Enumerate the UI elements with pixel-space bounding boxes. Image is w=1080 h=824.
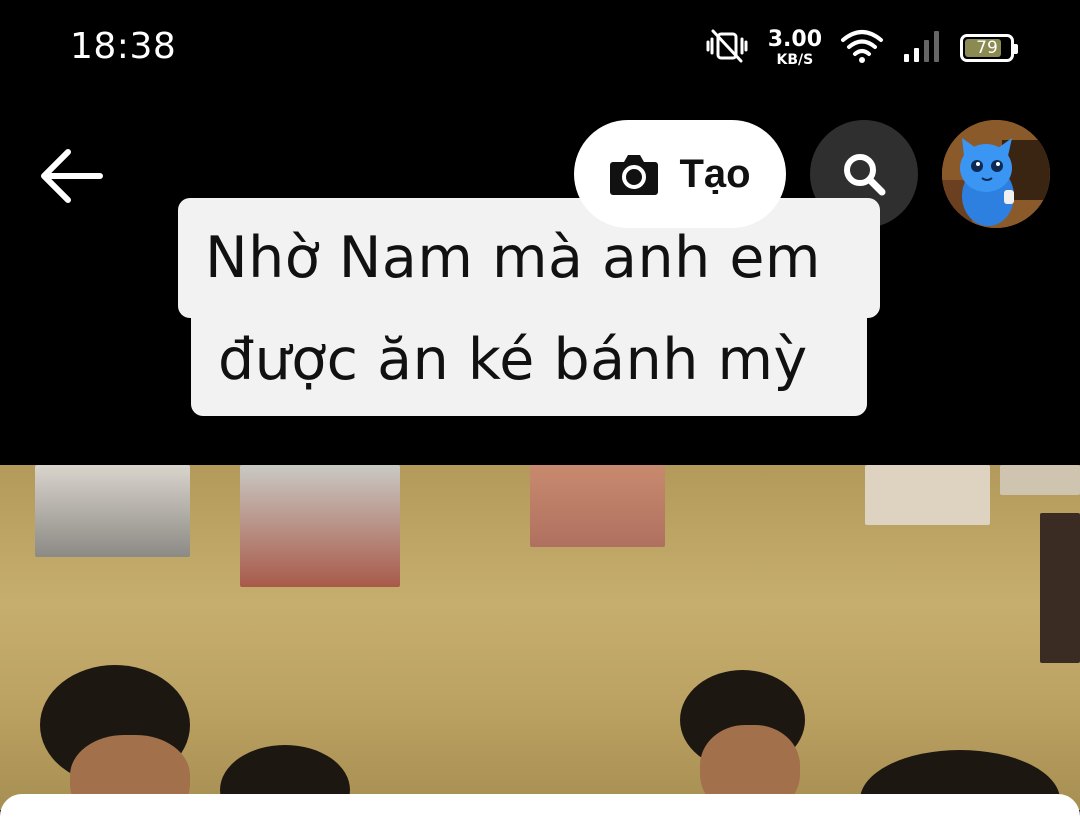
wall-poster bbox=[530, 465, 665, 547]
wall-poster bbox=[865, 465, 990, 525]
battery-icon: 79 bbox=[960, 34, 1018, 62]
camera-icon bbox=[610, 155, 659, 195]
status-bar: 18:38 3.00 KB/S 79 bbox=[0, 0, 1080, 96]
status-time: 18:38 bbox=[70, 26, 177, 67]
battery-level: 79 bbox=[976, 38, 998, 58]
network-speed: 3.00 KB/S bbox=[767, 27, 822, 68]
blue-cat-avatar-icon bbox=[942, 120, 1050, 228]
status-icons: 3.00 KB/S 79 bbox=[704, 26, 1018, 70]
bottom-sheet[interactable] bbox=[0, 794, 1080, 824]
video-caption-line-1: Nhờ Nam mà anh em bbox=[205, 225, 821, 291]
back-button[interactable] bbox=[36, 140, 108, 212]
wall-poster bbox=[1040, 513, 1080, 663]
signal-icon bbox=[902, 28, 942, 69]
create-button[interactable]: Tạo bbox=[574, 120, 786, 228]
wall-poster bbox=[1000, 465, 1080, 495]
video-player[interactable] bbox=[0, 465, 1080, 810]
wifi-icon bbox=[840, 28, 884, 69]
video-caption-line-2: được ăn ké bánh mỳ bbox=[218, 327, 808, 393]
network-speed-value: 3.00 bbox=[767, 27, 822, 52]
arrow-left-icon bbox=[41, 149, 103, 203]
network-speed-unit: KB/S bbox=[776, 52, 814, 68]
search-icon bbox=[844, 154, 886, 196]
avatar[interactable] bbox=[942, 120, 1050, 228]
create-button-label: Tạo bbox=[679, 151, 751, 196]
vibrate-mute-icon bbox=[704, 28, 750, 69]
wall-poster bbox=[240, 465, 400, 587]
wall-poster bbox=[35, 465, 190, 557]
